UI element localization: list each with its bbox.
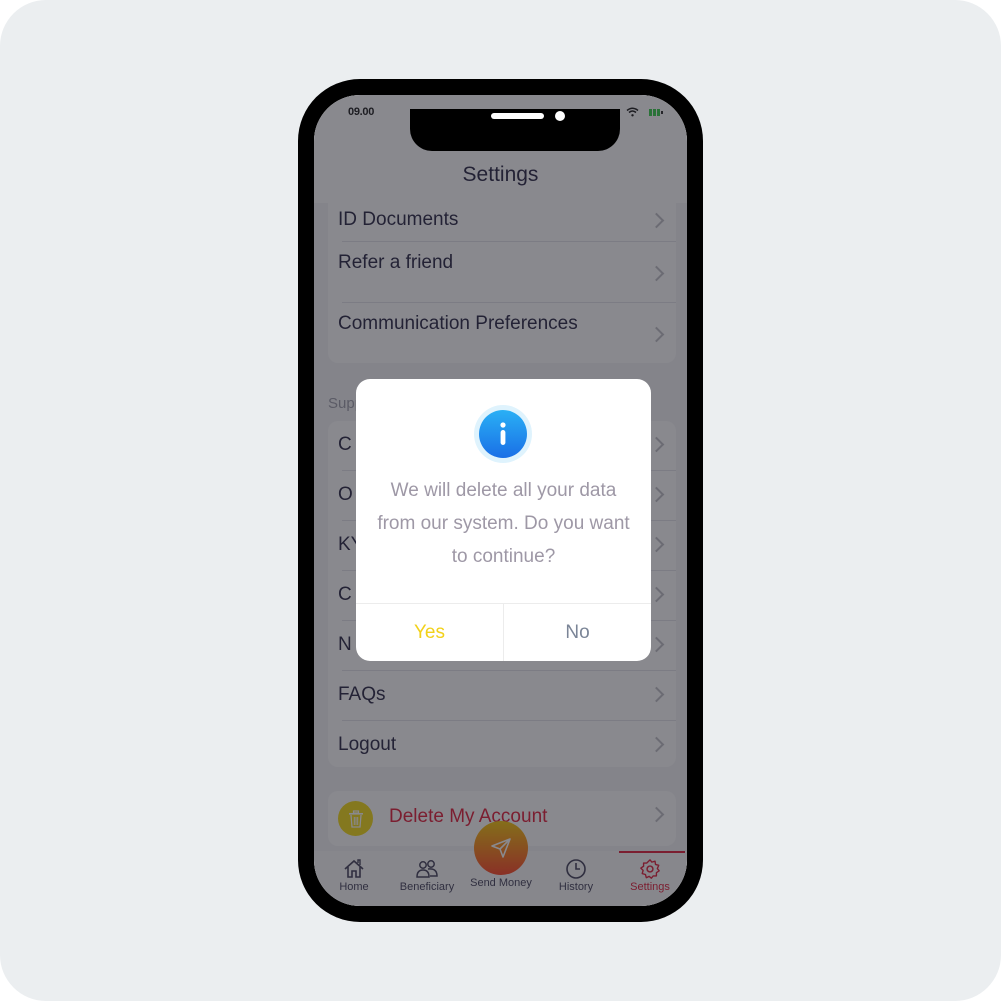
info-icon-halo: [474, 405, 532, 463]
dialog-message: We will delete all your data from our sy…: [377, 480, 630, 567]
dialog-actions: Yes No: [356, 603, 651, 661]
speaker: [491, 113, 544, 119]
camera: [555, 111, 565, 121]
yes-button[interactable]: Yes: [356, 604, 504, 661]
confirm-delete-dialog: We will delete all your data from our sy…: [356, 379, 651, 661]
info-icon: [479, 410, 527, 458]
notch: [410, 109, 620, 151]
no-button[interactable]: No: [504, 604, 651, 661]
